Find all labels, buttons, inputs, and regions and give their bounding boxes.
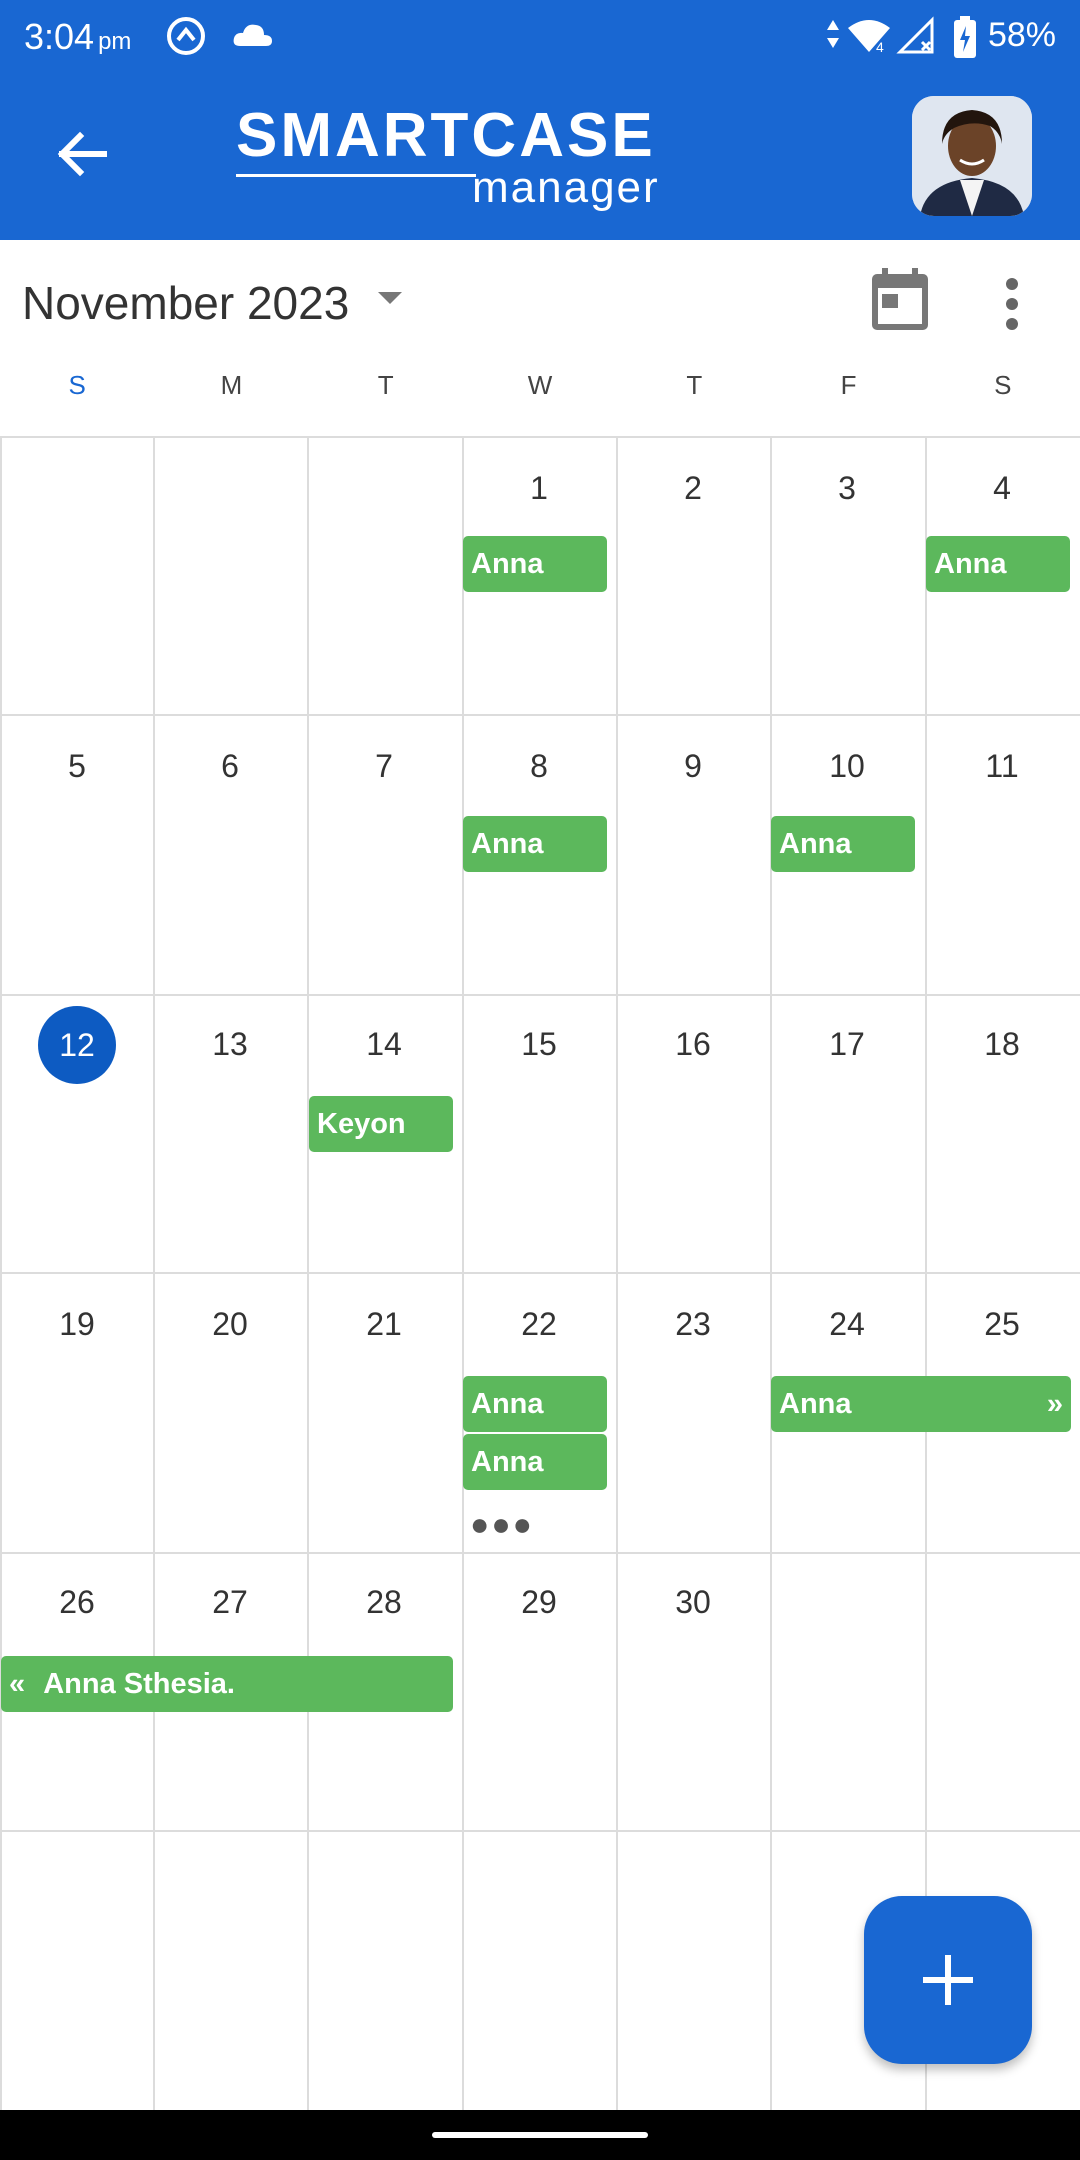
weekday-label: T (377, 370, 394, 400)
caret-down-icon[interactable] (378, 292, 402, 306)
grid-line (462, 436, 464, 2110)
app-header: 3:04 pm 4 58% SMARTCASE manager (0, 0, 1080, 240)
day-number[interactable]: 3 (770, 470, 924, 507)
data-activity-icon (827, 20, 839, 48)
day-number[interactable]: 16 (616, 1026, 770, 1063)
day-number[interactable]: 5 (0, 748, 154, 785)
event-chip[interactable]: Anna (926, 536, 1070, 592)
weekday-label: W (527, 370, 553, 400)
day-number[interactable]: 21 (307, 1306, 461, 1343)
event-chip[interactable]: Anna (463, 536, 607, 592)
event-chip[interactable]: Anna (463, 1434, 607, 1490)
smartcase-manager-logo: SMARTCASE manager (236, 101, 660, 212)
calendar-today-icon[interactable] (868, 266, 932, 332)
grid-line (153, 436, 155, 2110)
signal-icon (896, 16, 934, 54)
more-events-indicator[interactable]: ●●● (470, 1506, 534, 1543)
day-number[interactable]: 29 (462, 1584, 616, 1621)
wifi-icon: 4 (848, 20, 890, 55)
day-number[interactable]: 14 (307, 1026, 461, 1063)
grid-line (0, 436, 2, 2110)
plus-icon (923, 1955, 973, 2005)
day-number[interactable]: 28 (307, 1584, 461, 1621)
day-number[interactable]: 19 (0, 1306, 154, 1343)
back-arrow-icon[interactable] (48, 118, 120, 190)
continues-right-icon: » (1046, 1388, 1063, 1420)
event-chip[interactable]: Keyon (309, 1096, 453, 1152)
status-time: 3:04 pm (24, 16, 132, 57)
weekday-label: M (220, 370, 243, 400)
day-number[interactable]: 2 (616, 470, 770, 507)
weekday-label: F (840, 370, 857, 400)
day-number[interactable]: 30 (616, 1584, 770, 1621)
grid-line (925, 436, 927, 2110)
month-toolbar: November 2023 (0, 240, 1080, 360)
grid-line (0, 1830, 1080, 1832)
day-number[interactable]: 25 (925, 1306, 1079, 1343)
home-gesture-handle[interactable] (432, 2132, 648, 2138)
day-number[interactable]: 15 (462, 1026, 616, 1063)
grid-line (616, 436, 618, 2110)
day-number[interactable]: 17 (770, 1026, 924, 1063)
add-event-button[interactable] (864, 1896, 1032, 2064)
continues-left-icon: « (9, 1668, 26, 1700)
logo-sub-text: manager (472, 163, 660, 212)
weekday-header: S M T W T F S (0, 370, 1080, 420)
event-chip-multiday[interactable]: « Anna Sthesia. (1, 1656, 453, 1712)
weekday-label: S (68, 370, 86, 400)
day-number[interactable]: 22 (462, 1306, 616, 1343)
grid-line (0, 994, 1080, 996)
day-number[interactable]: 23 (616, 1306, 770, 1343)
svg-text:4: 4 (876, 39, 884, 55)
event-chip[interactable]: Anna (463, 1376, 607, 1432)
day-number[interactable]: 18 (925, 1026, 1079, 1063)
event-chip[interactable]: Anna (463, 816, 607, 872)
grid-line (0, 714, 1080, 716)
grid-line (0, 1272, 1080, 1274)
day-number[interactable]: 26 (0, 1584, 154, 1621)
app-notification-icon (167, 17, 205, 55)
day-number[interactable]: 24 (770, 1306, 924, 1343)
grid-line (0, 436, 1080, 438)
day-number[interactable]: 4 (925, 470, 1079, 507)
event-chip-multiday[interactable]: Anna » (771, 1376, 1071, 1432)
today-day-number[interactable]: 12 (38, 1006, 116, 1084)
weekday-label: T (686, 370, 703, 400)
month-title[interactable]: November 2023 (22, 276, 349, 330)
system-nav-bar (0, 2110, 1080, 2160)
day-number[interactable]: 7 (307, 748, 461, 785)
day-number[interactable]: 27 (153, 1584, 307, 1621)
logo-main-text: SMARTCASE (236, 101, 656, 170)
month-grid[interactable]: 1 2 3 4 5 6 7 8 9 10 11 12 13 14 15 16 1… (0, 436, 1080, 2110)
profile-avatar[interactable] (912, 96, 1032, 216)
day-number[interactable]: 11 (925, 748, 1079, 785)
grid-line (307, 436, 309, 2110)
cloud-icon (233, 24, 272, 46)
day-number[interactable]: 10 (770, 748, 924, 785)
more-vert-icon[interactable] (1000, 276, 1024, 332)
day-number[interactable]: 20 (153, 1306, 307, 1343)
battery-percent: 58% (987, 16, 1056, 54)
day-number[interactable]: 9 (616, 748, 770, 785)
grid-line (0, 1552, 1080, 1554)
day-number[interactable]: 1 (462, 470, 616, 507)
status-bar: 3:04 pm 4 58% (0, 0, 1080, 75)
day-number[interactable]: 13 (153, 1026, 307, 1063)
grid-line (770, 436, 772, 2110)
event-chip[interactable]: Anna (771, 816, 915, 872)
day-number[interactable]: 6 (153, 748, 307, 785)
battery-icon (954, 16, 976, 58)
day-number[interactable]: 8 (462, 748, 616, 785)
weekday-label: S (994, 370, 1012, 400)
